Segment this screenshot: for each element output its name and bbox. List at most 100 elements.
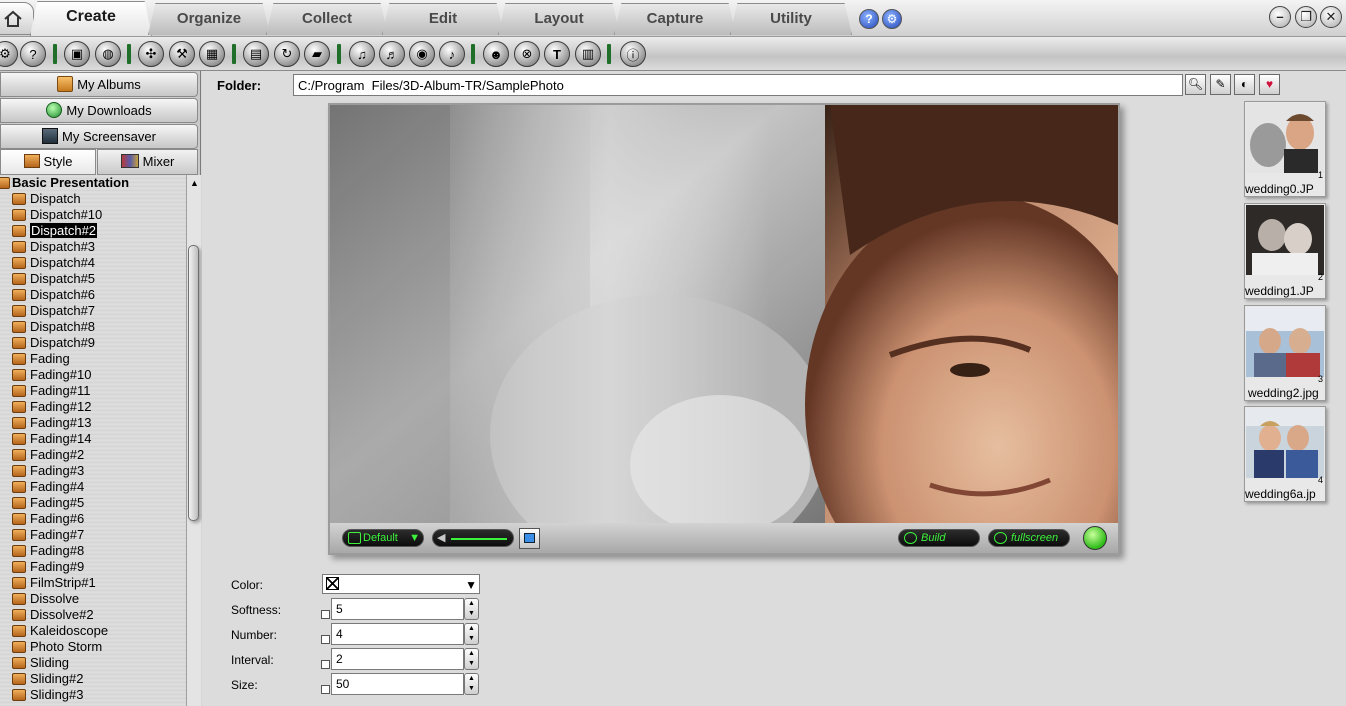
my-downloads-button[interactable]: My Downloads bbox=[0, 98, 198, 123]
tree-root[interactable]: Basic Presentation bbox=[0, 175, 186, 191]
music-note-icon[interactable]: ♫ bbox=[349, 41, 375, 67]
tree-item[interactable]: Fading#5 bbox=[0, 495, 186, 511]
my-screensaver-button[interactable]: My Screensaver bbox=[0, 124, 198, 149]
tree-item[interactable]: Fading#9 bbox=[0, 559, 186, 575]
user-icon[interactable]: ☻ bbox=[483, 41, 509, 67]
camera-icon[interactable]: ▦ bbox=[199, 41, 225, 67]
browse-folder-button[interactable]: 🔍︎ bbox=[1185, 74, 1206, 95]
tree-item[interactable]: Dissolve#2 bbox=[0, 607, 186, 623]
tree-item[interactable]: Fading#6 bbox=[0, 511, 186, 527]
restore-button[interactable]: ❐ bbox=[1295, 6, 1317, 28]
number-link-icon[interactable] bbox=[321, 635, 330, 644]
tree-item[interactable]: Dispatch#2 bbox=[0, 223, 186, 239]
help-icon[interactable]: ? bbox=[20, 41, 46, 67]
my-albums-button[interactable]: My Albums bbox=[0, 72, 198, 97]
color-dropdown[interactable]: ▼ bbox=[322, 574, 480, 594]
up-arrow-icon[interactable]: ▲ bbox=[465, 674, 478, 684]
edit-pencil-button[interactable]: ✎ bbox=[1210, 74, 1231, 95]
favorite-button[interactable]: ♥ bbox=[1259, 74, 1280, 95]
tree-item[interactable]: Sliding#2 bbox=[0, 671, 186, 687]
up-arrow-icon[interactable]: ▲ bbox=[465, 599, 478, 609]
number-field[interactable] bbox=[331, 623, 464, 645]
tree-item[interactable]: FilmStrip#1 bbox=[0, 575, 186, 591]
subtab-mixer[interactable]: Mixer bbox=[97, 149, 198, 175]
subtab-style[interactable]: Style bbox=[0, 149, 96, 175]
minimize-button[interactable]: – bbox=[1269, 6, 1291, 28]
tree-item[interactable]: Fading#4 bbox=[0, 479, 186, 495]
tab-collect[interactable]: Collect bbox=[266, 3, 388, 35]
dropdown-arrow-icon[interactable]: ▼ bbox=[465, 578, 477, 592]
number-stepper[interactable]: ▲ ▼ bbox=[464, 623, 479, 645]
tab-utility[interactable]: Utility bbox=[730, 3, 852, 35]
tree-item[interactable]: Fading#8 bbox=[0, 543, 186, 559]
down-arrow-icon[interactable]: ▼ bbox=[465, 634, 478, 644]
album-box-icon[interactable]: ▣ bbox=[64, 41, 90, 67]
tree-item[interactable]: Dispatch#7 bbox=[0, 303, 186, 319]
tree-item[interactable]: Dispatch bbox=[0, 191, 186, 207]
tree-item[interactable]: Sliding#3 bbox=[0, 687, 186, 703]
size-field[interactable] bbox=[331, 673, 464, 695]
softness-stepper[interactable]: ▲ ▼ bbox=[464, 598, 479, 620]
folder-path-input[interactable] bbox=[293, 74, 1183, 96]
clapper-icon[interactable]: ▥ bbox=[575, 41, 601, 67]
style-default-dropdown[interactable]: Default ▼ bbox=[342, 529, 424, 547]
tab-organize[interactable]: Organize bbox=[148, 3, 270, 35]
help-icon[interactable]: ? bbox=[859, 9, 879, 29]
music-add-icon[interactable]: ♬ bbox=[379, 41, 405, 67]
down-arrow-icon[interactable]: ▼ bbox=[465, 659, 478, 669]
music-remove-icon[interactable]: ♪ bbox=[439, 41, 465, 67]
tab-layout[interactable]: Layout bbox=[498, 3, 620, 35]
globe-settings-icon[interactable]: ⚙ bbox=[0, 41, 18, 67]
fullscreen-button[interactable]: fullscreen bbox=[988, 529, 1070, 547]
expand-icon[interactable]: ✣ bbox=[138, 41, 164, 67]
tree-item[interactable]: Dispatch#4 bbox=[0, 255, 186, 271]
tree-item[interactable]: Fading#3 bbox=[0, 463, 186, 479]
paint-palette-button[interactable]: ◐ bbox=[1234, 74, 1255, 95]
tree-item[interactable]: Fading#14 bbox=[0, 431, 186, 447]
refresh-photo-icon[interactable]: ↻ bbox=[274, 41, 300, 67]
tree-item[interactable]: Dispatch#6 bbox=[0, 287, 186, 303]
tree-item[interactable]: Photo Storm bbox=[0, 639, 186, 655]
tree-item[interactable]: Dispatch#5 bbox=[0, 271, 186, 287]
tree-item[interactable]: Fading#7 bbox=[0, 527, 186, 543]
thumbnail-item[interactable]: 4 wedding6a.jp bbox=[1244, 406, 1326, 502]
tree-item[interactable]: Dispatch#3 bbox=[0, 239, 186, 255]
settings-gear-icon[interactable]: ⚙ bbox=[882, 9, 902, 29]
size-stepper[interactable]: ▲ ▼ bbox=[464, 673, 479, 695]
globe-icon[interactable]: ◍ bbox=[95, 41, 121, 67]
home-tab[interactable] bbox=[0, 2, 34, 35]
fit-screen-button[interactable] bbox=[519, 528, 540, 549]
build-button[interactable]: Build bbox=[898, 529, 980, 547]
thumbnail-item[interactable]: 3 wedding2.jpg bbox=[1244, 305, 1326, 401]
thumbnail-item[interactable]: 2 wedding1.JP bbox=[1244, 203, 1326, 299]
scrollbar-thumb[interactable] bbox=[188, 245, 199, 521]
tree-item[interactable]: Sliding bbox=[0, 655, 186, 671]
tab-edit[interactable]: Edit bbox=[382, 3, 504, 35]
softness-field[interactable] bbox=[331, 598, 464, 620]
tab-capture[interactable]: Capture bbox=[614, 3, 736, 35]
tree-item[interactable]: Dispatch#8 bbox=[0, 319, 186, 335]
book-icon[interactable]: ▤ bbox=[243, 41, 269, 67]
tree-item[interactable]: Dispatch#10 bbox=[0, 207, 186, 223]
up-arrow-icon[interactable]: ▲ bbox=[465, 624, 478, 634]
tree-item[interactable]: Fading#13 bbox=[0, 415, 186, 431]
tree-item[interactable]: Fading#11 bbox=[0, 383, 186, 399]
tree-item[interactable]: Dispatch#9 bbox=[0, 335, 186, 351]
link-icon[interactable]: ⊗ bbox=[514, 41, 540, 67]
tree-item[interactable]: Fading#10 bbox=[0, 367, 186, 383]
tab-create[interactable]: Create bbox=[30, 1, 152, 36]
interval-stepper[interactable]: ▲ ▼ bbox=[464, 648, 479, 670]
interval-link-icon[interactable] bbox=[321, 660, 330, 669]
size-link-icon[interactable] bbox=[321, 685, 330, 694]
scroll-up-arrow-icon[interactable]: ▲ bbox=[190, 178, 199, 188]
thumbnail-item[interactable]: 1 wedding0.JP bbox=[1244, 101, 1326, 197]
play-button[interactable] bbox=[1083, 526, 1107, 550]
tree-scrollbar[interactable]: ▲ bbox=[186, 175, 201, 706]
interval-field[interactable] bbox=[331, 648, 464, 670]
close-button[interactable]: ✕ bbox=[1320, 6, 1342, 28]
folder-icon[interactable]: ▰ bbox=[304, 41, 330, 67]
info-box-icon[interactable]: ⓘ bbox=[620, 41, 646, 67]
tree-item[interactable]: Fading#12 bbox=[0, 399, 186, 415]
softness-link-icon[interactable] bbox=[321, 610, 330, 619]
tree-item[interactable]: Fading#2 bbox=[0, 447, 186, 463]
